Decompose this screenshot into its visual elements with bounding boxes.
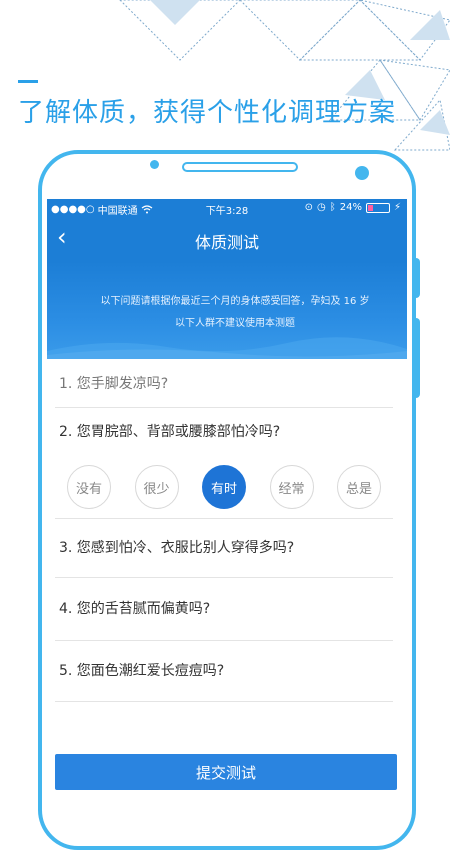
phone-side-button xyxy=(414,318,420,398)
option-often[interactable]: 经常 xyxy=(269,465,314,509)
option-none[interactable]: 没有 xyxy=(67,465,111,509)
phone-side-button xyxy=(414,258,420,298)
banner-wave xyxy=(47,337,407,359)
question-list: 1. 您手脚发凉吗? 2. 您胃脘部、背部或腰膝部怕冷吗? 没有 很少 有时 经… xyxy=(55,361,393,702)
answer-options: 没有 很少 有时 经常 总是 xyxy=(55,456,393,519)
sensor-dot xyxy=(150,160,159,169)
bluetooth-icon: ᛒ xyxy=(329,202,336,213)
option-always[interactable]: 总是 xyxy=(337,465,381,509)
banner-text-line: 以下问题请根据你最近三个月的身体感受回答，孕妇及 16 岁 xyxy=(100,296,370,307)
question-item[interactable]: 3. 您感到怕冷、衣服比别人穿得多吗? xyxy=(55,519,393,578)
intro-banner: 以下问题请根据你最近三个月的身体感受回答，孕妇及 16 岁 以下人群不建议使用本… xyxy=(47,261,407,359)
option-sometimes[interactable]: 有时 xyxy=(202,465,246,509)
alarm-icon: ⊙ xyxy=(304,202,313,213)
app-screen: ●●●●○ 中国联通 下午3:28 ⊙ ◷ ᛒ 24% ⚡ ‹ 体质测试 以下问… xyxy=(47,199,407,800)
battery-icon xyxy=(365,202,390,213)
front-camera-icon xyxy=(355,166,369,180)
phone-speaker xyxy=(182,162,298,172)
battery-percent: 24% xyxy=(339,202,362,213)
clock-icon: ◷ xyxy=(317,202,326,213)
nav-bar: ‹ 体质测试 xyxy=(47,217,407,261)
question-item[interactable]: 2. 您胃脘部、背部或腰膝部怕冷吗? xyxy=(55,408,393,456)
headline-accent-bar xyxy=(18,80,38,83)
option-rarely[interactable]: 很少 xyxy=(134,465,179,509)
status-bar: ●●●●○ 中国联通 下午3:28 ⊙ ◷ ᛒ 24% ⚡ xyxy=(47,199,407,217)
question-item[interactable]: 4. 您的舌苔腻而偏黄吗? xyxy=(55,578,393,641)
page-title: 体质测试 xyxy=(194,233,259,252)
question-item[interactable]: 1. 您手脚发凉吗? xyxy=(55,361,393,408)
submit-test-button[interactable]: 提交测试 xyxy=(55,754,397,790)
charging-icon: ⚡ xyxy=(393,202,401,213)
question-item[interactable]: 5. 您面色潮红爱长痘痘吗? xyxy=(55,641,393,702)
headline: 了解体质，获得个性化调理方案 xyxy=(18,98,397,128)
